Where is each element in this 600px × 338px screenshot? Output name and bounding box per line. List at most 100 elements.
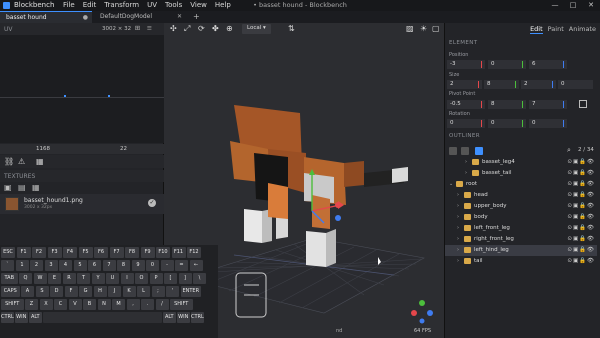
key-f4[interactable]: F4 — [63, 247, 77, 258]
key-[interactable]: = — [175, 260, 188, 271]
close-button[interactable]: ✕ — [582, 0, 600, 11]
expand-chevron-icon[interactable]: › — [457, 247, 459, 253]
key-[interactable]: . — [141, 299, 154, 310]
outliner-row[interactable]: › right_front_leg ⊙▣🔒👁 — [445, 234, 597, 245]
key-j[interactable]: J — [108, 286, 121, 297]
menu-transform[interactable]: Transform — [104, 1, 139, 9]
key-[interactable]: \ — [193, 273, 206, 284]
key-4[interactable]: 4 — [59, 260, 72, 271]
outliner-row[interactable]: › body ⊙▣🔒👁 — [445, 212, 597, 223]
tab-paint[interactable]: Paint — [548, 25, 564, 34]
key-3[interactable]: 3 — [44, 260, 58, 271]
key-9[interactable]: 9 — [131, 260, 145, 271]
outliner-row[interactable]: › tail ⊙▣🔒👁 — [445, 256, 597, 267]
tab-animate[interactable]: Animate — [569, 25, 596, 34]
size-y-input[interactable]: 8 — [484, 80, 519, 89]
menu-edit[interactable]: Edit — [83, 1, 97, 9]
center-pivot-icon[interactable] — [579, 100, 587, 108]
key-s[interactable]: S — [35, 286, 49, 297]
key-2[interactable]: 2 — [30, 260, 43, 271]
key-f9[interactable]: F9 — [140, 247, 155, 258]
pivot-tool-icon[interactable]: ✤ — [212, 24, 219, 33]
uv-zoom-icon[interactable]: ⊞ — [134, 25, 141, 32]
key-enter[interactable]: ENTER — [180, 286, 201, 297]
key-[interactable]: ; — [151, 286, 165, 297]
transform-space-select[interactable]: Local ▾ — [242, 24, 271, 34]
dog-model[interactable] — [230, 105, 408, 267]
rotation-z-input[interactable]: 0 — [529, 119, 567, 128]
expand-chevron-icon[interactable]: › — [457, 203, 459, 209]
position-z-input[interactable]: 6 — [529, 60, 567, 69]
key-f10[interactable]: F10 — [156, 247, 170, 258]
key-h[interactable]: H — [93, 286, 107, 297]
key-ctrl[interactable]: CTRL — [191, 312, 204, 323]
pivot-y-input[interactable]: 8 — [488, 100, 526, 109]
key-6[interactable]: 6 — [88, 260, 101, 271]
outliner-row[interactable]: › upper_body ⊙▣🔒👁 — [445, 201, 597, 212]
add-cube-icon[interactable] — [449, 147, 457, 155]
key-1[interactable]: 1 — [15, 260, 29, 271]
rotate-tool-icon[interactable]: ⟳ — [198, 24, 205, 33]
outliner-row[interactable]: ⌄ root ⊙▣🔒👁 — [445, 179, 597, 190]
menu-help[interactable]: Help — [215, 1, 231, 9]
new-tab-button[interactable]: + — [190, 11, 204, 23]
uv-value-1[interactable]: 1168 — [36, 146, 50, 152]
tab-basset-hound[interactable]: basset hound ● — [0, 11, 92, 23]
rotation-y-input[interactable]: 0 — [488, 119, 526, 128]
row-toggle-icons[interactable]: ⊙▣🔒👁 — [567, 247, 595, 253]
add-group-icon[interactable] — [461, 147, 469, 155]
key-5[interactable]: 5 — [73, 260, 87, 271]
row-toggle-icons[interactable]: ⊙▣🔒👁 — [567, 170, 595, 176]
key-o[interactable]: O — [135, 273, 148, 284]
key-q[interactable]: Q — [19, 273, 32, 284]
menu-file[interactable]: File — [63, 1, 75, 9]
check-circle-icon[interactable]: ✓ — [148, 199, 156, 207]
key-win[interactable]: WIN — [15, 312, 28, 323]
key-caps[interactable]: CAPS — [1, 286, 20, 297]
size-z-input[interactable]: 2 — [521, 80, 556, 89]
uv-editor-canvas[interactable] — [0, 35, 164, 143]
row-toggle-icons[interactable]: ⊙▣🔒👁 — [567, 214, 595, 220]
key-esc[interactable]: ESC — [1, 247, 15, 258]
expand-chevron-icon[interactable]: ⌄ — [449, 181, 453, 187]
key-[interactable]: / — [155, 299, 169, 310]
expand-chevron-icon[interactable]: › — [457, 214, 459, 220]
menu-tools[interactable]: Tools — [165, 1, 182, 9]
expand-chevron-icon[interactable]: › — [457, 258, 459, 264]
key-x[interactable]: X — [39, 299, 53, 310]
unsaved-dot-icon[interactable]: ● — [83, 14, 88, 21]
link-icon[interactable]: ⛓ — [4, 157, 14, 166]
key-t[interactable]: T — [77, 273, 90, 284]
key-[interactable]: ` — [1, 260, 14, 271]
key-alt[interactable]: ALT — [163, 312, 176, 323]
key-a[interactable]: A — [21, 286, 34, 297]
key-f6[interactable]: F6 — [94, 247, 108, 258]
key-g[interactable]: G — [79, 286, 92, 297]
move-tool-icon[interactable]: ✣ — [170, 24, 177, 33]
minimize-button[interactable]: — — [546, 0, 564, 11]
key-c[interactable]: C — [54, 299, 67, 310]
key-l[interactable]: L — [137, 286, 150, 297]
key-i[interactable]: I — [120, 273, 134, 284]
position-y-input[interactable]: 0 — [488, 60, 526, 69]
screenshot-icon[interactable]: ▨ — [406, 24, 414, 33]
mirror-icon[interactable]: ⇅ — [288, 24, 295, 33]
maximize-button[interactable]: □ — [564, 0, 582, 11]
import-texture-icon[interactable]: ▤ — [18, 183, 26, 192]
size-x-input[interactable]: 2 — [447, 80, 482, 89]
row-toggle-icons[interactable]: ⊙▣🔒👁 — [567, 258, 595, 264]
pivot-z-input[interactable]: 7 — [529, 100, 567, 109]
key-alt[interactable]: ALT — [29, 312, 42, 323]
row-toggle-icons[interactable]: ⊙▣🔒👁 — [567, 236, 595, 242]
outliner-row[interactable]: › head ⊙▣🔒👁 — [445, 190, 597, 201]
expand-chevron-icon[interactable]: › — [457, 236, 459, 242]
key-0[interactable]: 0 — [146, 260, 159, 271]
menu-view[interactable]: View — [190, 1, 207, 9]
key-[interactable]: ← — [189, 260, 203, 271]
key-7[interactable]: 7 — [102, 260, 116, 271]
key-d[interactable]: D — [50, 286, 63, 297]
key-f[interactable]: F — [64, 286, 78, 297]
key-k[interactable]: K — [122, 286, 136, 297]
key-shift[interactable]: SHIFT — [170, 299, 193, 310]
warning-icon[interactable]: ⚠ — [18, 157, 25, 166]
